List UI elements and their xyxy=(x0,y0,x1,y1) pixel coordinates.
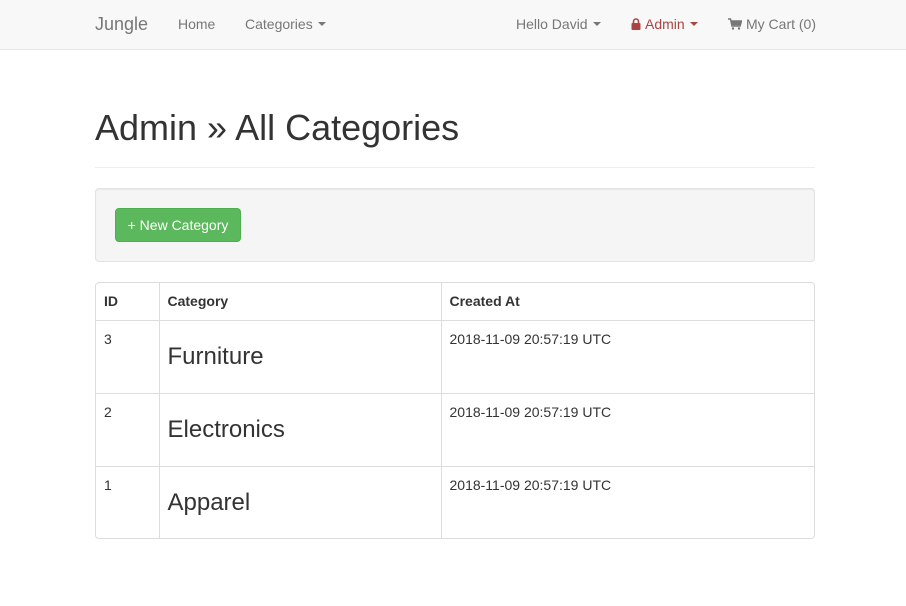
cell-created-at: 2018-11-09 20:57:19 UTC xyxy=(441,393,814,467)
category-name: Electronics xyxy=(167,415,285,443)
caret-down-icon xyxy=(689,22,698,27)
lock-icon xyxy=(631,16,641,34)
admin-menu-dropdown[interactable]: Admin xyxy=(631,15,698,34)
header-category: Category xyxy=(159,283,442,321)
nav-categories-dropdown[interactable]: Categories xyxy=(245,15,326,33)
cell-id: 1 xyxy=(96,466,160,538)
table-row: 3 Furniture 2018-11-09 20:57:19 UTC xyxy=(96,320,814,394)
table-row: 2 Electronics 2018-11-09 20:57:19 UTC xyxy=(96,393,814,467)
admin-menu-label: Admin xyxy=(645,16,685,32)
title-divider xyxy=(95,167,815,168)
brand-link[interactable]: Jungle xyxy=(95,13,148,35)
cell-id: 2 xyxy=(96,393,160,467)
header-id: ID xyxy=(96,283,160,321)
header-created-at: Created At xyxy=(441,283,814,321)
top-navbar: Jungle Home Categories Hello David Admin… xyxy=(0,0,906,50)
new-category-button[interactable]: + New Category xyxy=(115,208,241,242)
actions-well: + New Category xyxy=(95,188,815,262)
caret-down-icon xyxy=(317,22,326,27)
user-menu-label: Hello David xyxy=(516,16,588,32)
table-header-row: ID Category Created At xyxy=(96,283,814,321)
cell-category: Apparel xyxy=(159,466,442,538)
cell-created-at: 2018-11-09 20:57:19 UTC xyxy=(449,476,612,493)
nav-categories-label: Categories xyxy=(245,16,313,32)
cell-category: Electronics xyxy=(159,393,442,467)
categories-table: ID Category Created At 3 Furniture 2018-… xyxy=(96,283,814,538)
my-cart-link[interactable]: My Cart (0) xyxy=(728,15,816,34)
my-cart-label: My Cart (0) xyxy=(746,16,816,32)
cell-created-at: 2018-11-09 20:57:19 UTC xyxy=(441,320,814,394)
page-title: Admin » All Categories xyxy=(95,107,460,148)
category-name: Apparel xyxy=(167,488,251,516)
nav-home-link[interactable]: Home xyxy=(178,15,215,33)
shopping-cart-icon xyxy=(728,16,743,34)
table-row: 1 Apparel 2018-11-09 20:57:19 UTC xyxy=(96,466,814,538)
cell-category: Furniture xyxy=(159,320,442,394)
categories-table-container: ID Category Created At 3 Furniture 2018-… xyxy=(95,282,815,539)
user-menu-dropdown[interactable]: Hello David xyxy=(516,15,601,33)
category-name: Furniture xyxy=(167,342,264,370)
caret-down-icon xyxy=(592,22,601,27)
cell-id: 3 xyxy=(96,320,160,394)
